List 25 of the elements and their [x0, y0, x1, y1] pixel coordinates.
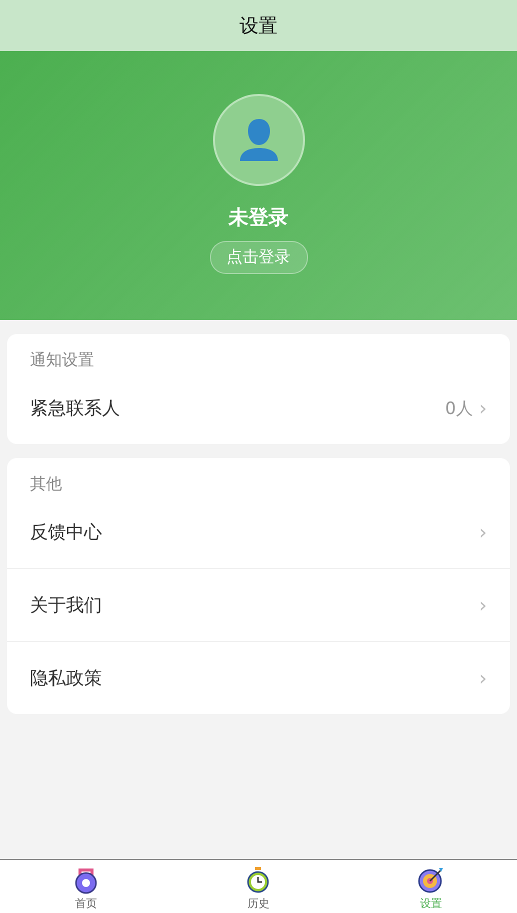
chevron-icon: › [479, 593, 487, 617]
tab-item[interactable]: 历史 [172, 860, 345, 913]
row-value: 0人 [445, 398, 473, 420]
kettlebell-icon [73, 866, 100, 894]
row-label: 反馈中心 [30, 521, 103, 544]
tab-item[interactable]: 首页 [0, 860, 172, 913]
tab-label: 历史 [247, 896, 270, 911]
page-title: 设置 [240, 14, 278, 38]
chevron-icon: › [479, 520, 487, 544]
settings-row[interactable]: 关于我们 › [7, 568, 510, 641]
row-label: 紧急联系人 [30, 397, 121, 420]
chevron-icon: › [479, 396, 487, 420]
section-title: 通知设置 [30, 350, 94, 369]
row-label: 隐私政策 [30, 667, 103, 690]
target-icon [416, 866, 445, 894]
chevron-icon: › [479, 666, 487, 690]
section-title: 其他 [30, 474, 62, 493]
settings-row[interactable]: 隐私政策 › [7, 641, 510, 714]
tab-label: 设置 [420, 896, 442, 911]
user-name: 未登录 [228, 204, 288, 231]
row-label: 关于我们 [30, 594, 103, 617]
tab-label: 首页 [75, 896, 98, 911]
settings-row[interactable]: 紧急联系人 0人 › [7, 372, 510, 444]
stopwatch-icon [245, 866, 272, 894]
settings-row[interactable]: 反馈中心 › [7, 496, 510, 568]
